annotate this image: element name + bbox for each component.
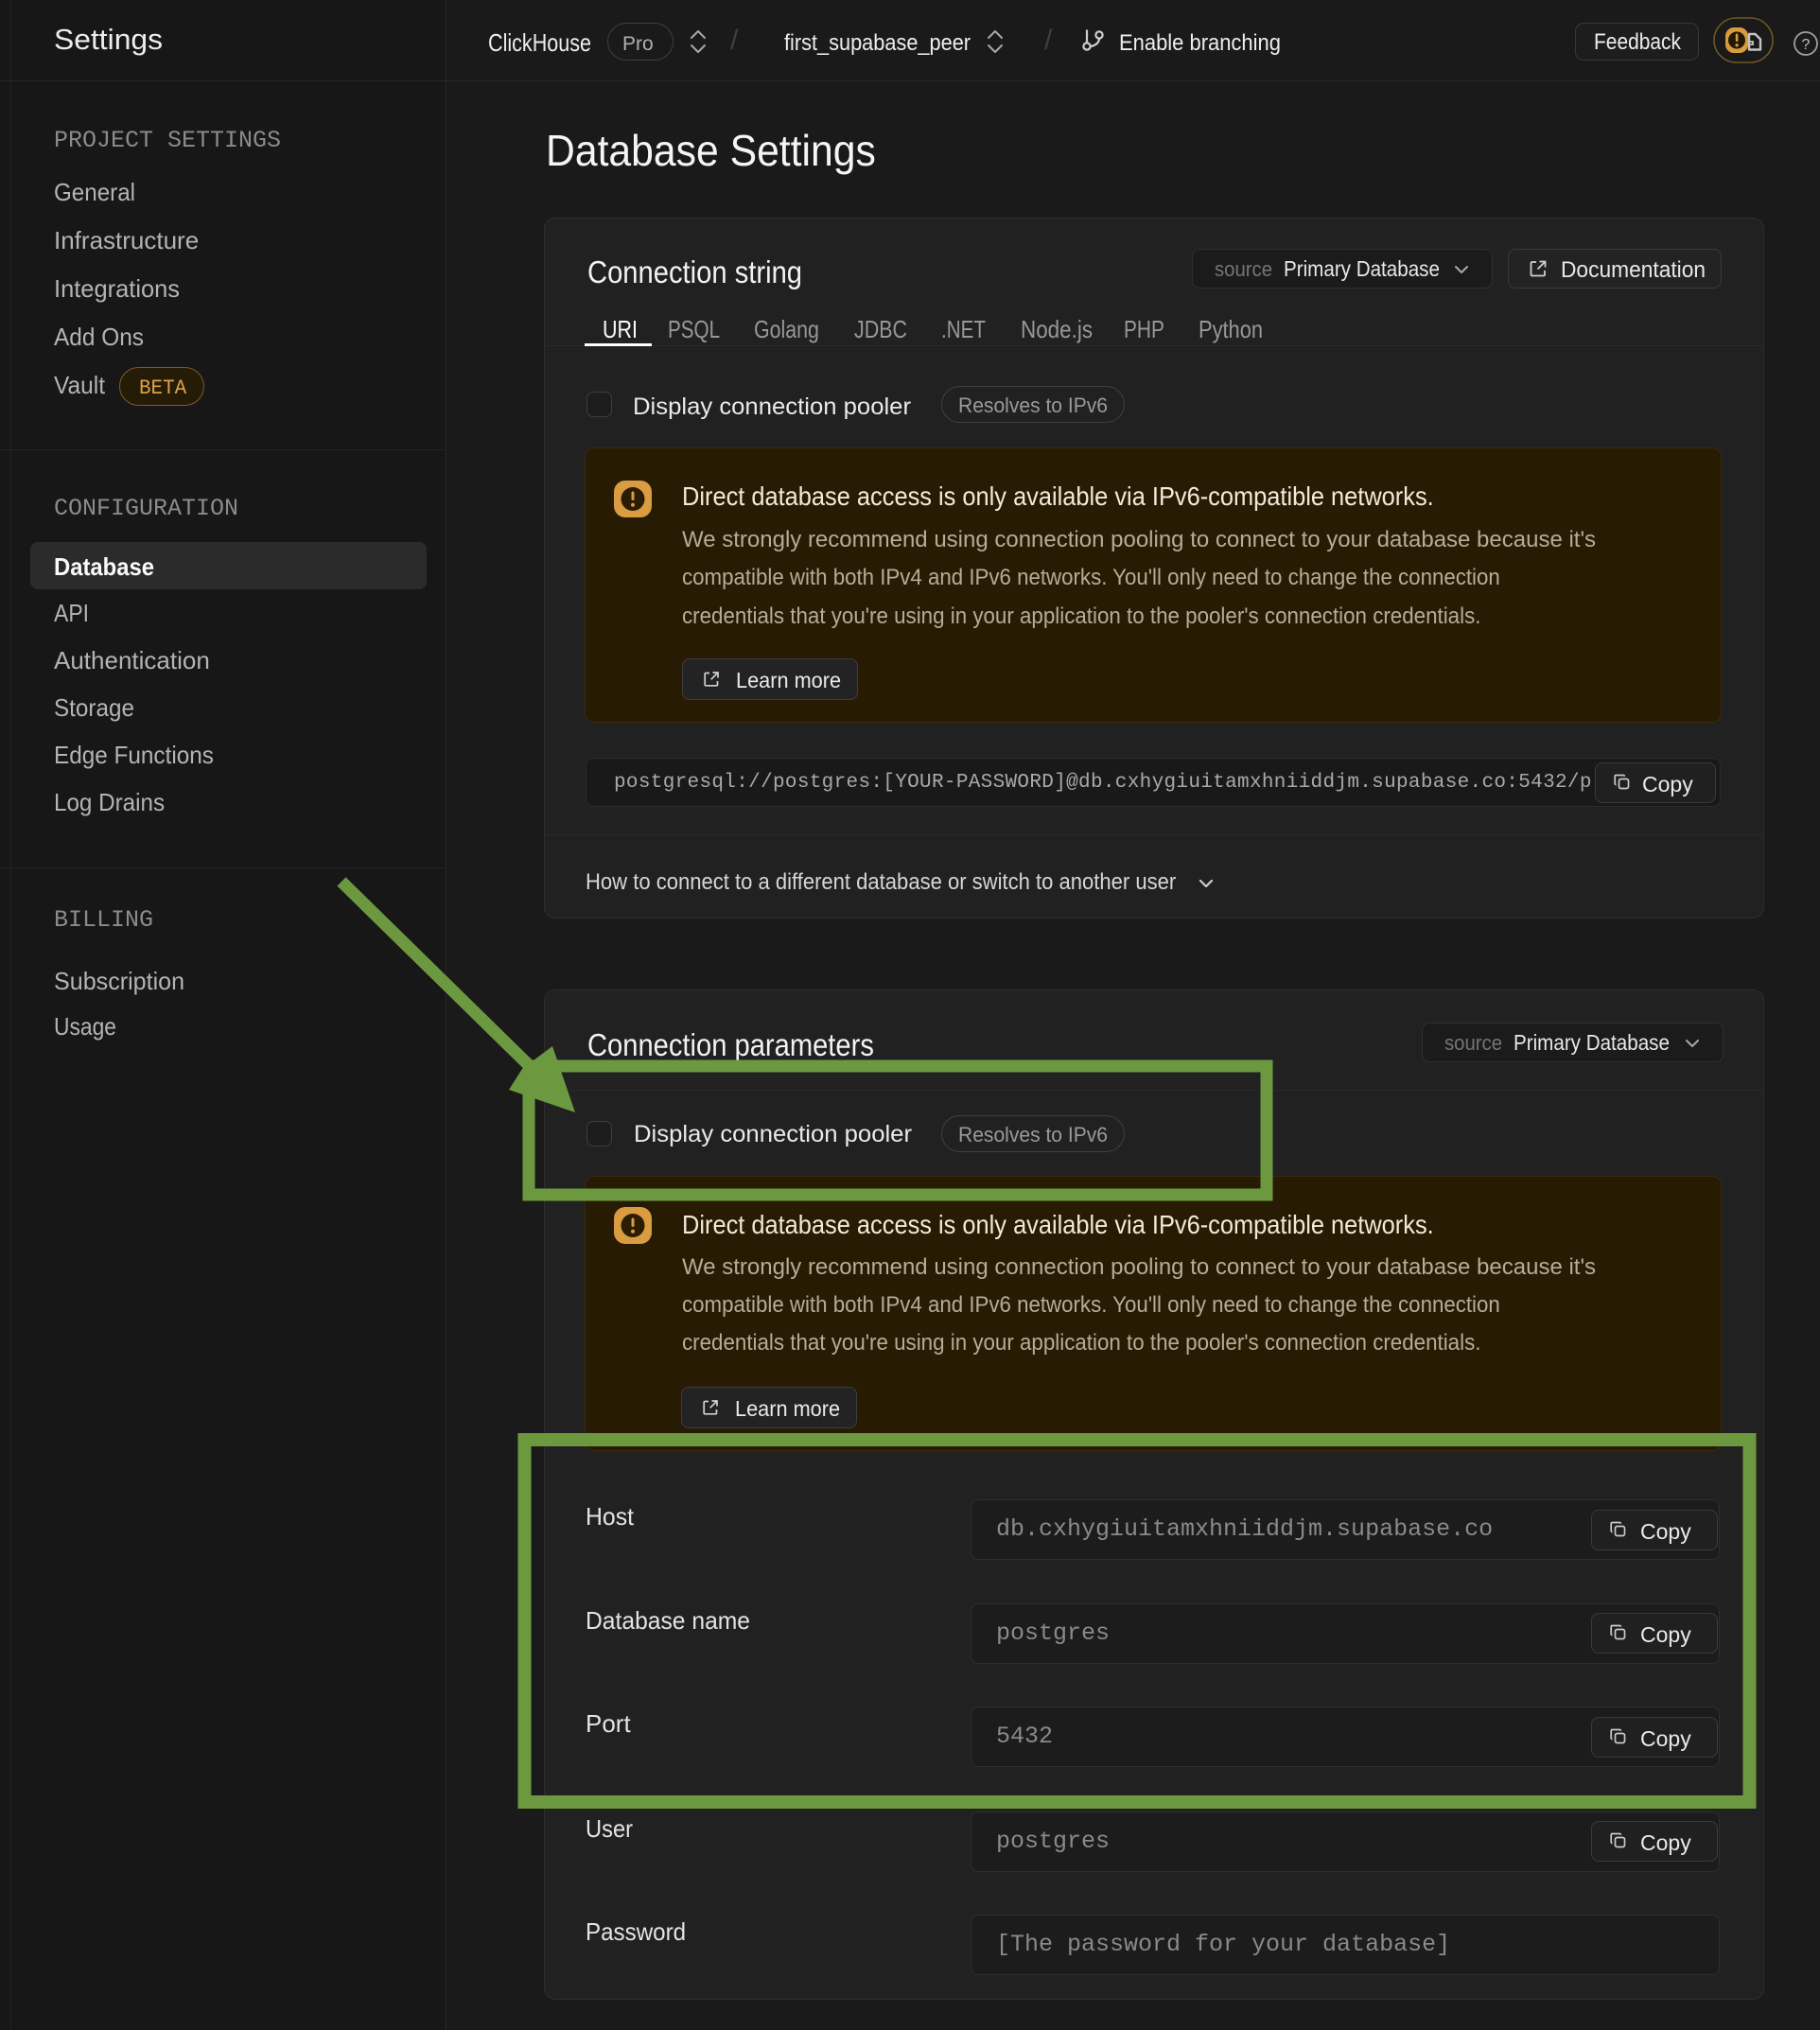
svg-text:?: ? — [1802, 37, 1811, 53]
